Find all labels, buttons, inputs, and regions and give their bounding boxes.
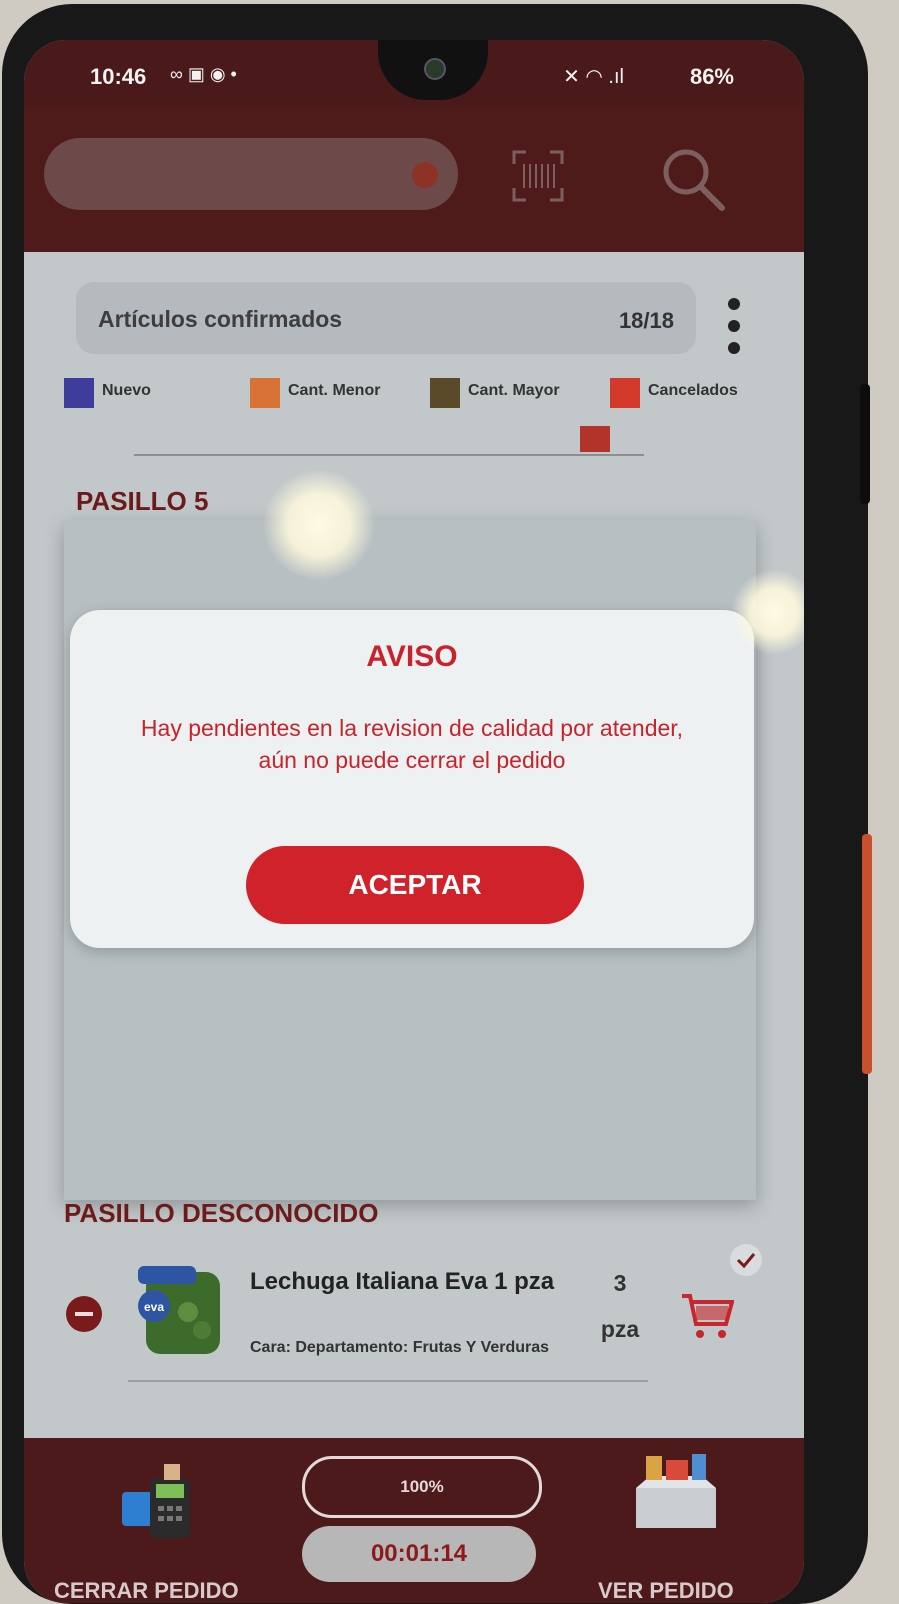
order-timer: 00:01:14 (302, 1526, 536, 1582)
list-item[interactable]: eva Lechuga Italiana Eva 1 pza Cara: Dep… (24, 1242, 804, 1382)
accept-button[interactable]: ACEPTAR (246, 846, 584, 924)
power-button (862, 834, 872, 1074)
screen-glare (264, 470, 374, 580)
phone-frame: 10:46 ∞ ▣ ◉ • ✕ ◠ .ıl 86% Artículos conf… (2, 4, 872, 1604)
legend-label: Cancelados (648, 382, 738, 399)
section-title-aisle: PASILLO 5 (76, 486, 209, 516)
barcode-scan-icon[interactable] (512, 150, 564, 202)
status-bar: 10:46 ∞ ▣ ◉ • ✕ ◠ .ıl 86% (24, 40, 804, 106)
signal-icons: ✕ ◠ .ıl (563, 66, 624, 88)
search-input[interactable] (44, 138, 458, 210)
camera-notch (378, 40, 488, 100)
notification-icons: ∞ ▣ ◉ • (170, 64, 237, 84)
status-time: 10:46 (90, 64, 147, 89)
view-order-label[interactable]: VER PEDIDO (598, 1578, 734, 1603)
confirmed-items-label: Artículos confirmados (98, 306, 343, 332)
product-lettuce-image: eva (138, 1266, 220, 1354)
battery-level: 86% (689, 64, 734, 89)
order-box-icon[interactable] (630, 1450, 722, 1530)
divider (128, 1380, 648, 1382)
legend-label: Cant. Mayor (468, 382, 560, 399)
cart-icon[interactable] (680, 1290, 734, 1340)
legend-swatch (64, 378, 94, 408)
front-camera-icon (424, 58, 446, 80)
legend-swatch (250, 378, 280, 408)
item-quantity-unit: pza (600, 1316, 640, 1342)
item-quantity: 3 pza (584, 1260, 656, 1352)
main-content: Artículos confirmados 18/18 Nuevo Cant. … (24, 252, 804, 1507)
pos-terminal-icon[interactable] (120, 1462, 200, 1542)
divider (134, 454, 644, 456)
app-header (24, 106, 804, 252)
screen: 10:46 ∞ ▣ ◉ • ✕ ◠ .ıl 86% Artículos conf… (24, 40, 804, 1603)
more-options-icon[interactable] (728, 298, 742, 364)
item-department: Cara: Departamento: Frutas Y Verduras (250, 1339, 550, 1356)
dialog-title: AVISO (366, 640, 458, 673)
legend-label: Nuevo (102, 382, 151, 399)
alert-dialog: AVISO Hay pendientes en la revision de c… (70, 610, 754, 948)
close-order-label[interactable]: CERRAR PEDIDO (54, 1578, 239, 1603)
volume-button (860, 384, 870, 504)
svg-text:eva: eva (144, 1300, 164, 1314)
section-title-unknown: PASILLO DESCONOCIDO (64, 1198, 379, 1228)
calendar-filter-icon[interactable] (580, 426, 610, 452)
magnifier-icon[interactable] (658, 144, 730, 216)
bottom-toolbar: 100% 00:01:14 CERRAR PEDIDO VER PEDIDO (24, 1438, 804, 1603)
legend-label: Cant. Menor (288, 382, 381, 399)
remove-item-button[interactable] (66, 1296, 102, 1332)
search-status-dot (412, 162, 438, 188)
item-name: Lechuga Italiana Eva 1 pza (250, 1268, 555, 1295)
legend-swatch (610, 378, 640, 408)
check-icon[interactable] (730, 1244, 762, 1276)
dialog-message: Hay pendientes en la revision de calidad… (140, 715, 684, 773)
progress-indicator: 100% (302, 1456, 542, 1518)
status-legend: Nuevo Cant. Menor Cant. Mayor Cancelados (64, 376, 784, 416)
confirmed-items-bar[interactable]: Artículos confirmados 18/18 (76, 282, 696, 354)
legend-swatch (430, 378, 460, 408)
confirmed-items-count: 18/18 (618, 308, 674, 333)
item-quantity-value: 3 (613, 1270, 627, 1296)
